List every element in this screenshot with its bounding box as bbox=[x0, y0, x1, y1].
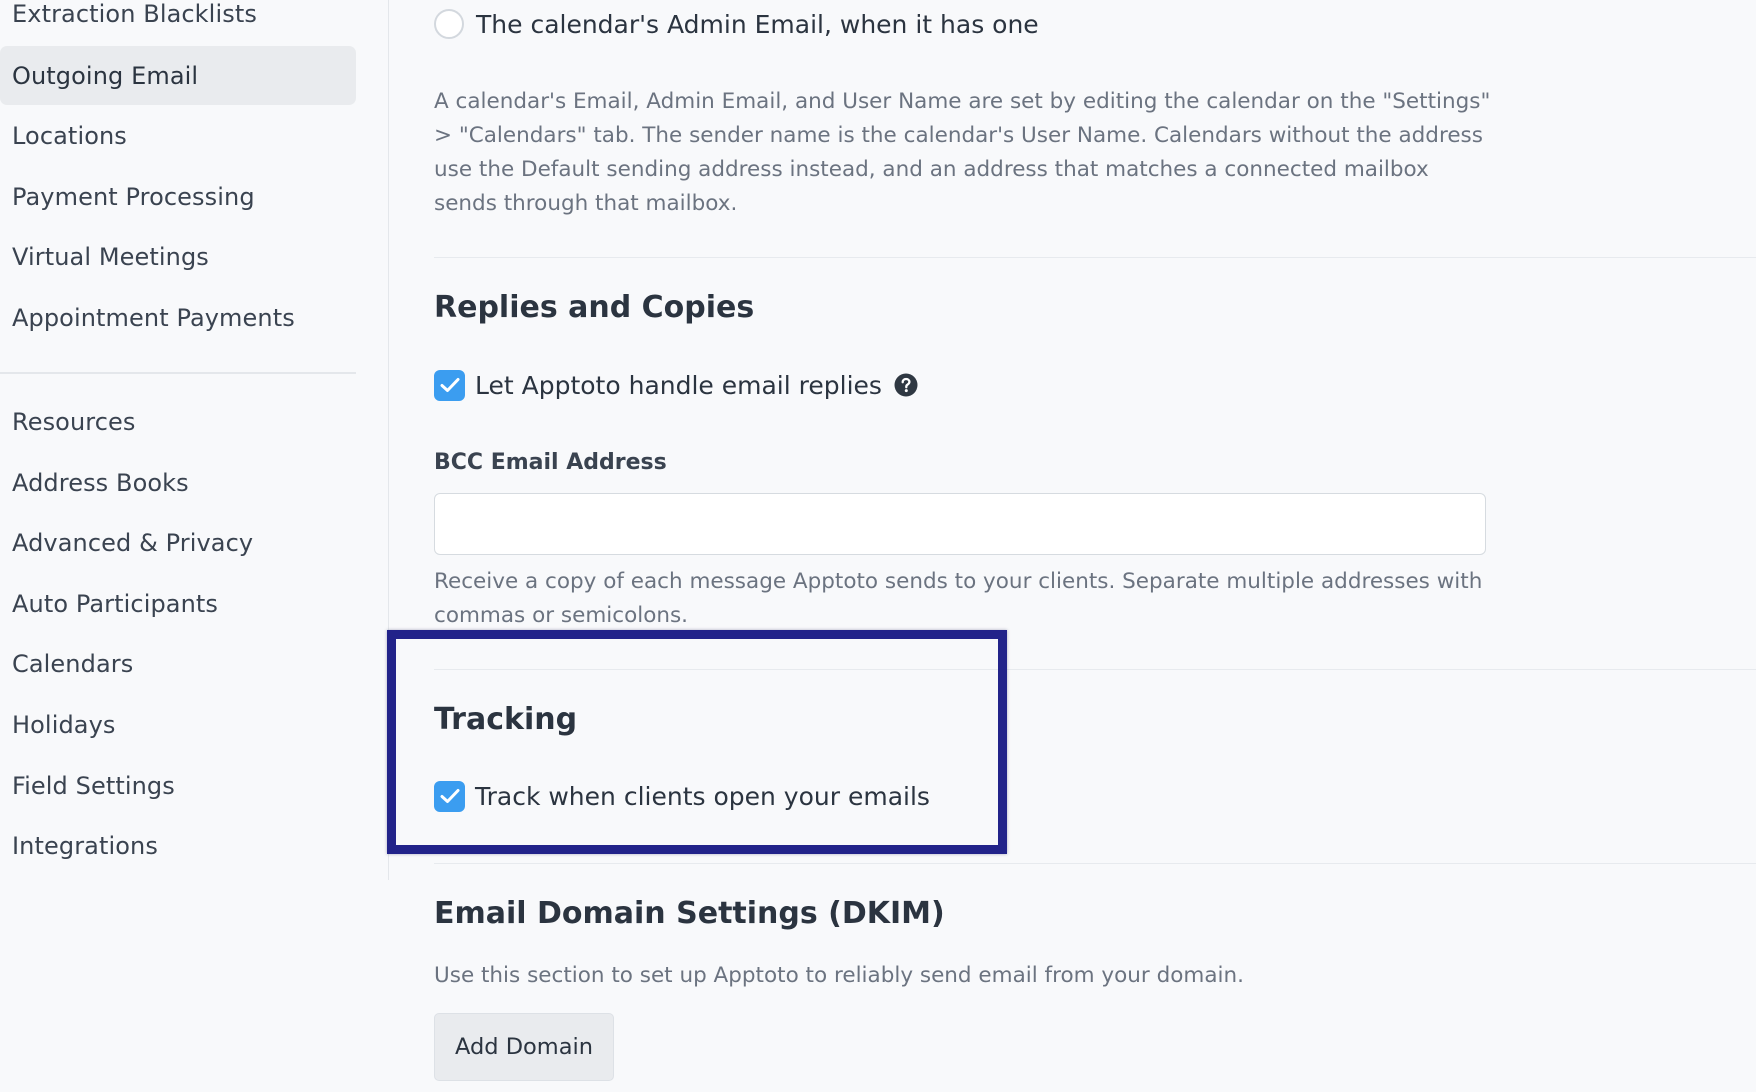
replies-section-heading: Replies and Copies bbox=[434, 290, 755, 325]
sidebar-item-field-settings[interactable]: Field Settings bbox=[0, 756, 356, 815]
sidebar-item-holidays[interactable]: Holidays bbox=[0, 695, 356, 754]
dkim-description: Use this section to set up Apptoto to re… bbox=[434, 963, 1244, 988]
tracking-section-heading: Tracking bbox=[434, 702, 578, 737]
admin-email-radio-label: The calendar's Admin Email, when it has … bbox=[476, 9, 1039, 39]
sidebar-item-resources[interactable]: Resources bbox=[0, 392, 356, 451]
add-domain-button[interactable]: Add Domain bbox=[434, 1013, 614, 1081]
section-divider bbox=[434, 257, 1756, 258]
sidebar-item-locations[interactable]: Locations bbox=[0, 106, 356, 165]
checkmark-icon bbox=[440, 789, 459, 803]
admin-email-radio-option[interactable]: The calendar's Admin Email, when it has … bbox=[434, 4, 1039, 44]
section-divider bbox=[434, 669, 1756, 670]
checkmark-icon bbox=[440, 378, 459, 392]
track-opens-option[interactable]: Track when clients open your emails bbox=[434, 776, 930, 816]
sidebar-item-auto-participants[interactable]: Auto Participants bbox=[0, 574, 356, 633]
sender-help-text: A calendar's Email, Admin Email, and Use… bbox=[434, 89, 1491, 216]
sidebar-item-address-books[interactable]: Address Books bbox=[0, 453, 356, 512]
track-opens-label: Track when clients open your emails bbox=[475, 781, 930, 811]
sidebar-item-calendars[interactable]: Calendars bbox=[0, 634, 356, 693]
help-icon[interactable] bbox=[894, 373, 918, 397]
settings-sidebar: Extraction Blacklists Outgoing Email Loc… bbox=[0, 0, 389, 880]
handle-replies-option[interactable]: Let Apptoto handle email replies bbox=[434, 365, 918, 405]
sidebar-divider bbox=[0, 372, 356, 374]
sidebar-item-payment-processing[interactable]: Payment Processing bbox=[0, 167, 356, 226]
sidebar-item-outgoing-email[interactable]: Outgoing Email bbox=[0, 46, 356, 105]
bcc-email-input[interactable] bbox=[434, 493, 1486, 555]
track-opens-checkbox[interactable] bbox=[434, 780, 465, 812]
bcc-help-text: Receive a copy of each message Apptoto s… bbox=[434, 569, 1483, 628]
admin-email-radio[interactable] bbox=[434, 9, 464, 39]
tracking-highlight-box bbox=[387, 630, 1007, 854]
sidebar-item-extraction-blacklists[interactable]: Extraction Blacklists bbox=[0, 0, 356, 43]
bcc-email-label: BCC Email Address bbox=[434, 450, 667, 475]
sidebar-item-advanced-privacy[interactable]: Advanced & Privacy bbox=[0, 513, 356, 572]
section-divider bbox=[434, 863, 1756, 864]
sidebar-item-virtual-meetings[interactable]: Virtual Meetings bbox=[0, 227, 356, 286]
handle-replies-label: Let Apptoto handle email replies bbox=[475, 370, 882, 400]
sidebar-item-appointment-payments[interactable]: Appointment Payments bbox=[0, 288, 356, 347]
dkim-section-heading: Email Domain Settings (DKIM) bbox=[434, 896, 945, 931]
sidebar-item-integrations[interactable]: Integrations bbox=[0, 816, 356, 875]
handle-replies-checkbox[interactable] bbox=[434, 369, 465, 401]
outgoing-email-settings: The calendar's Admin Email, when it has … bbox=[387, 0, 1756, 1092]
settings-page: Extraction Blacklists Outgoing Email Loc… bbox=[0, 0, 1756, 1092]
